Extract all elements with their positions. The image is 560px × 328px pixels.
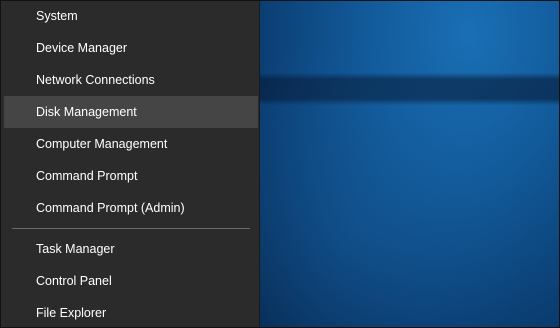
menu-item-file-explorer[interactable]: File Explorer <box>4 297 258 327</box>
quick-link-menu: System Device Manager Network Connection… <box>1 1 260 327</box>
menu-item-device-manager[interactable]: Device Manager <box>4 32 258 64</box>
menu-item-command-prompt[interactable]: Command Prompt <box>4 160 258 192</box>
menu-item-disk-management[interactable]: Disk Management <box>4 96 258 128</box>
menu-item-command-prompt-admin[interactable]: Command Prompt (Admin) <box>4 192 258 224</box>
desktop-wallpaper <box>260 1 559 327</box>
menu-item-control-panel[interactable]: Control Panel <box>4 265 258 297</box>
menu-item-network-connections[interactable]: Network Connections <box>4 64 258 96</box>
menu-separator <box>12 228 250 229</box>
screen: System Device Manager Network Connection… <box>0 0 560 328</box>
menu-item-computer-management[interactable]: Computer Management <box>4 128 258 160</box>
menu-item-task-manager[interactable]: Task Manager <box>4 233 258 265</box>
menu-item-system[interactable]: System <box>4 1 258 32</box>
